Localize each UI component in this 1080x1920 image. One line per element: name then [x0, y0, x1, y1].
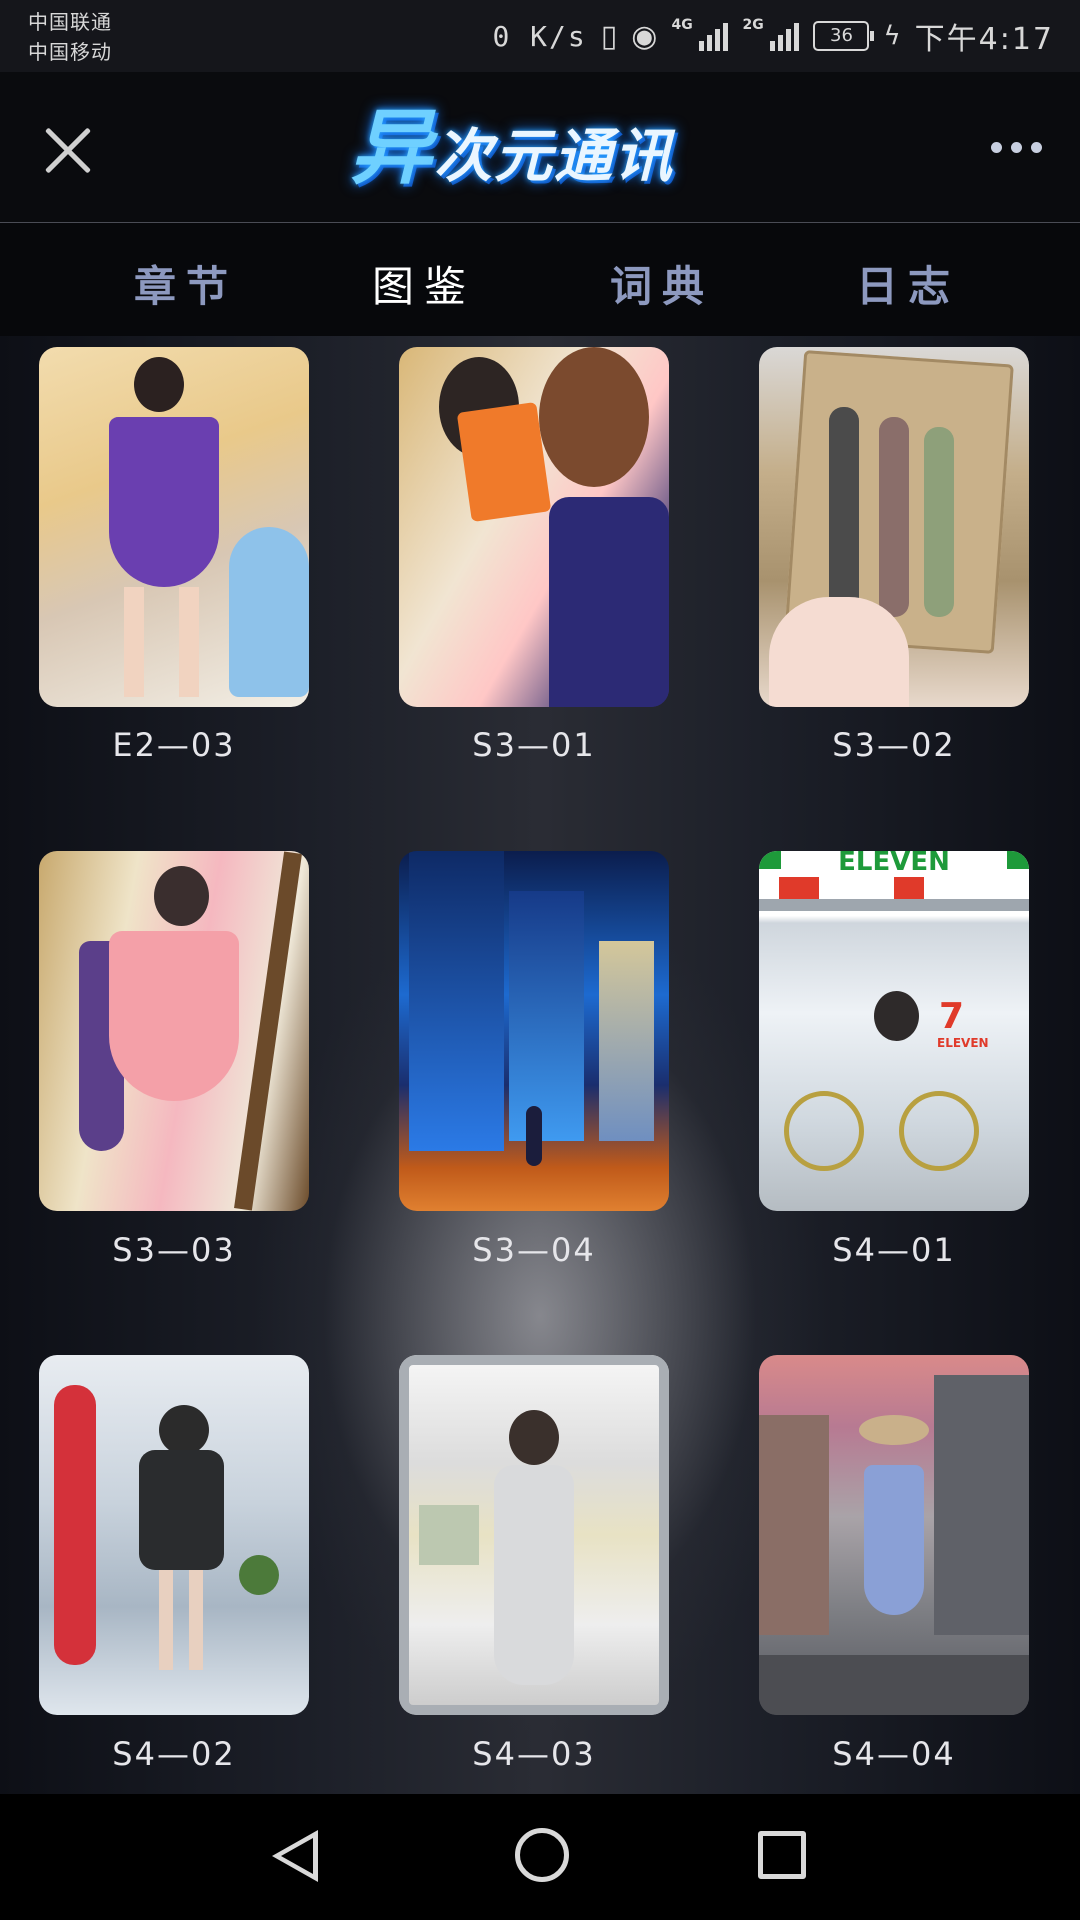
- app-logo: 异次元通讯: [350, 101, 675, 196]
- store-sign: ELEVEN: [838, 851, 950, 877]
- status-indicators: 0 K/s ▯ ◉ 4G 2G 36 ϟ 下午4:17: [492, 14, 1054, 58]
- gallery-label: S3—01: [472, 726, 596, 764]
- gallery-label: S4—01: [832, 1231, 956, 1269]
- gallery-card-e2-03[interactable]: [39, 347, 309, 707]
- eye-icon: ◉: [631, 18, 658, 54]
- gallery-card-s4-03[interactable]: [399, 1355, 669, 1715]
- network-speed: 0 K/s: [492, 19, 587, 53]
- app-header: 异次元通讯: [0, 72, 1080, 223]
- carrier-1: 中国联通: [28, 10, 112, 34]
- recent-square-icon[interactable]: [758, 1831, 806, 1879]
- tab-gallery[interactable]: 图鉴: [372, 253, 476, 314]
- gallery-label: S3—04: [472, 1231, 596, 1269]
- tab-chapters[interactable]: 章节: [134, 253, 238, 314]
- more-dots-icon[interactable]: [991, 142, 1042, 153]
- gallery-card-s3-01[interactable]: [399, 347, 669, 707]
- gallery-card-s4-04[interactable]: [759, 1355, 1029, 1715]
- gallery-card-s3-04[interactable]: [399, 851, 669, 1211]
- gallery-card-s3-02[interactable]: [759, 347, 1029, 707]
- gallery-label: S4—02: [112, 1735, 236, 1773]
- gallery-label: E2—03: [112, 726, 236, 764]
- gallery-label: S3—03: [112, 1231, 236, 1269]
- gallery-grid: E2—03 S3—01 S3—02 S3—03 S3—04 ELEVEN 7 E…: [0, 336, 1080, 1794]
- tab-dictionary[interactable]: 词典: [610, 253, 714, 314]
- close-icon[interactable]: [40, 122, 96, 178]
- battery-icon: 36: [813, 21, 875, 51]
- home-circle-icon[interactable]: [515, 1828, 569, 1882]
- network-type-2: 2G: [742, 17, 764, 33]
- tab-log[interactable]: 日志: [856, 253, 960, 314]
- tab-bar: 章节 图鉴 词典 日志: [0, 223, 1080, 336]
- clock: 下午4:17: [914, 22, 1054, 57]
- status-bar: 中国联通 中国移动 0 K/s ▯ ◉ 4G 2G 36 ϟ 下午4:17: [0, 0, 1080, 72]
- carrier-2: 中国移动: [28, 40, 112, 64]
- gallery-label: S4—03: [472, 1735, 596, 1773]
- system-nav-bar: [0, 1794, 1080, 1920]
- gallery-card-s4-02[interactable]: [39, 1355, 309, 1715]
- back-triangle-icon[interactable]: [272, 1830, 318, 1882]
- gallery-label: S3—02: [832, 726, 956, 764]
- network-type-1: 4G: [671, 17, 693, 33]
- store-logo-text: ELEVEN: [937, 1036, 989, 1050]
- gallery-card-s3-03[interactable]: [39, 851, 309, 1211]
- gallery-label: S4—04: [832, 1735, 956, 1773]
- charging-icon: ϟ: [883, 21, 901, 51]
- store-logo: 7: [939, 996, 965, 1037]
- signal-4g-icon: 4G: [671, 17, 729, 51]
- vibrate-icon: ▯: [600, 18, 618, 54]
- signal-2g-icon: 2G: [742, 17, 800, 51]
- gallery-card-s4-01[interactable]: ELEVEN 7 ELEVEN: [759, 851, 1029, 1211]
